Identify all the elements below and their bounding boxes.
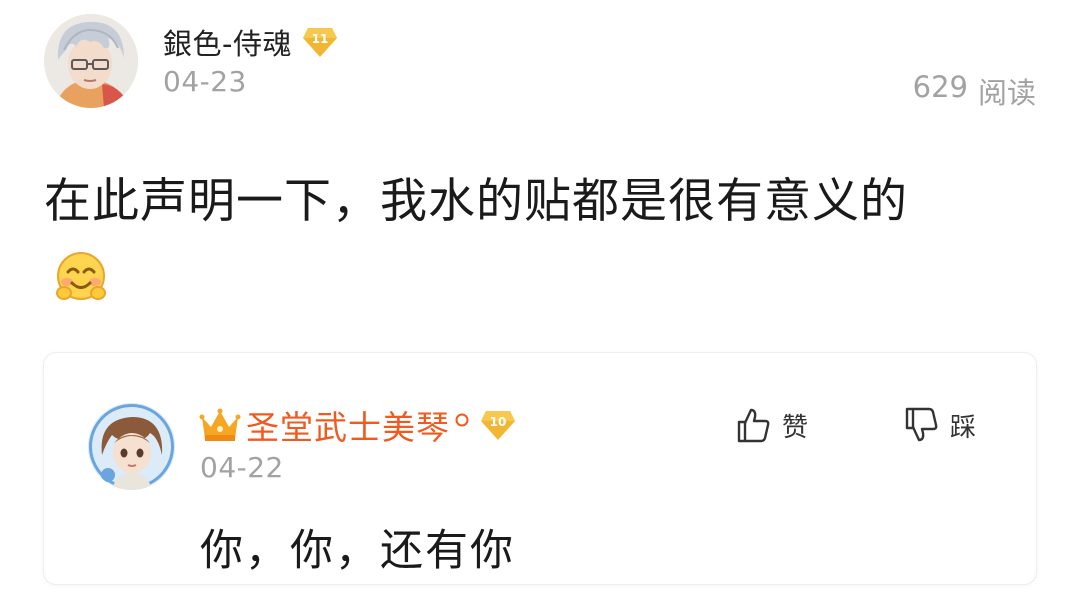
- commenter-level-badge: 10: [480, 407, 516, 443]
- comment-date: 04-22: [200, 451, 284, 484]
- author-row: 銀色-侍魂 11: [163, 20, 338, 64]
- author-name[interactable]: 銀色-侍魂: [163, 21, 292, 63]
- thumbs-up-icon: [737, 408, 770, 443]
- author-avatar[interactable]: [44, 14, 138, 108]
- read-count-label: 阅读: [977, 76, 1036, 110]
- comment-content: 你，你，还有你: [200, 526, 515, 576]
- level-number: 11: [311, 32, 329, 46]
- commenter-name[interactable]: 圣堂武士美琴: [246, 401, 450, 449]
- dislike-button[interactable]: 踩: [902, 405, 976, 445]
- dislike-label: 踩: [950, 412, 977, 443]
- commenter-level-number: 10: [489, 415, 507, 429]
- ring-icon: [455, 413, 469, 427]
- read-count: 629 阅读: [913, 70, 1036, 112]
- level-badge: 11: [302, 24, 338, 60]
- like-label: 赞: [782, 412, 809, 443]
- read-count-number: 629: [912, 70, 968, 104]
- crown-icon: [199, 408, 241, 441]
- comment-card[interactable]: 圣堂武士美琴 10 04-22 你，你，还有你 赞 踩: [44, 353, 1036, 584]
- post-date: 04-23: [163, 65, 247, 98]
- commenter-avatar[interactable]: [88, 403, 175, 490]
- post-content: 在此声明一下，我水的贴都是很有意义的: [44, 174, 908, 229]
- like-button[interactable]: 赞: [734, 405, 808, 445]
- thumbs-down-icon: [905, 407, 938, 442]
- smiling-face-emoji-icon: [55, 250, 107, 302]
- commenter-row: 圣堂武士美琴 10: [198, 403, 516, 447]
